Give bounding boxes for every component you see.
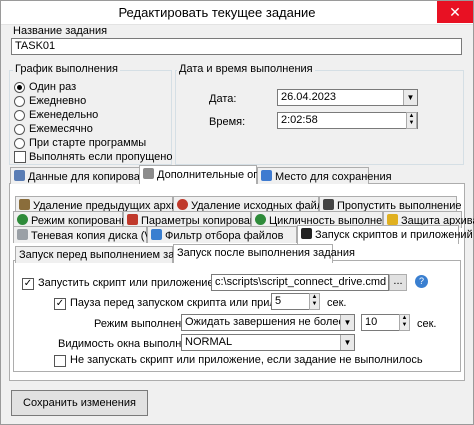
chevron-down-icon[interactable]: ▼ — [403, 90, 417, 105]
datetime-label: Дата и время выполнения — [177, 63, 315, 75]
tab-run-after-label: Запуск после выполнения задания — [177, 247, 355, 259]
date-value: 26.04.2023 — [281, 91, 337, 103]
tab-save-location-label: Место для сохранения — [275, 171, 392, 183]
date-label: Дата: — [209, 93, 237, 105]
radio-daily[interactable] — [14, 96, 25, 107]
spin-up-icon[interactable]: ▲ — [310, 294, 319, 301]
time-spinner[interactable]: ▲ ▼ — [406, 112, 417, 129]
radio-on-startup-label: При старте программы — [29, 137, 147, 149]
pause-spinner[interactable]: ▲ ▼ — [309, 293, 320, 310]
run-script-label: Запустить скрипт или приложение: — [38, 277, 217, 289]
edit-task-window: Редактировать текущее задание ✕ Название… — [0, 0, 474, 425]
title-bar: Редактировать текущее задание ✕ — [1, 1, 473, 25]
tab-run-after[interactable]: Запуск после выполнения задания — [173, 244, 355, 263]
schedule-label: График выполнения — [13, 63, 121, 75]
date-picker[interactable]: 26.04.2023 — [277, 89, 418, 106]
pause-value: 5 — [275, 295, 282, 307]
terminal-icon — [301, 228, 312, 239]
script-path-input[interactable]: c:\scripts\script_connect_drive.cmd — [211, 274, 389, 291]
time-label: Время: — [209, 116, 246, 128]
run-if-missed-label: Выполнять если пропущено — [29, 151, 173, 163]
mode-unit: сек. — [417, 318, 437, 330]
visibility-value: NORMAL — [185, 336, 233, 348]
mode-seconds-spinner[interactable]: ▲ ▼ — [399, 314, 410, 331]
run-script-checkbox[interactable]: ✓ — [22, 278, 34, 290]
tab-run-scripts-label: Запуск скриптов и приложений — [315, 229, 473, 241]
task-name-label: Название задания — [13, 25, 108, 37]
skip-if-failed-label: Не запускать скрипт или приложение, если… — [70, 354, 423, 366]
spin-down-icon[interactable]: ▼ — [310, 301, 319, 308]
folder-icon — [14, 170, 25, 181]
radio-monthly-label: Ежемесячно — [29, 123, 93, 135]
radio-on-startup[interactable] — [14, 138, 25, 149]
tab-file-filter-label: Фильтр отбора файлов — [165, 230, 284, 242]
radio-weekly[interactable] — [14, 110, 25, 121]
browse-button[interactable]: ... — [389, 274, 407, 291]
radio-once-label: Один раз — [29, 81, 77, 93]
gear-icon — [143, 168, 154, 179]
tab-copy-data[interactable]: Данные для копирования — [10, 167, 158, 184]
mode-seconds-value: 10 — [365, 316, 378, 328]
radio-monthly[interactable] — [14, 124, 25, 135]
disk-icon — [17, 229, 28, 240]
tab-save-location[interactable]: Место для сохранения — [257, 167, 392, 184]
spin-up-icon[interactable]: ▲ — [400, 315, 409, 322]
refresh-icon — [255, 214, 266, 225]
spin-down-icon[interactable]: ▼ — [407, 120, 416, 127]
save-icon — [261, 170, 272, 181]
lock-icon — [387, 214, 398, 225]
skip-if-failed-checkbox[interactable] — [54, 355, 66, 367]
chevron-down-icon[interactable]: ▼ — [340, 335, 354, 350]
close-button[interactable]: ✕ — [437, 1, 473, 23]
radio-weekly-label: Еженедельно — [29, 109, 99, 121]
archive-icon — [19, 199, 30, 210]
radio-once[interactable] — [14, 82, 25, 93]
window-title: Редактировать текущее задание — [118, 5, 316, 20]
time-value: 2:02:58 — [281, 114, 318, 126]
run-if-missed-checkbox[interactable] — [14, 151, 26, 163]
task-name-input[interactable]: TASK01 — [11, 38, 462, 55]
chevron-down-icon[interactable]: ▼ — [340, 315, 354, 330]
skip-icon — [323, 199, 334, 210]
tab-file-filter[interactable]: Фильтр отбора файлов — [147, 226, 297, 243]
parameters-icon — [127, 214, 138, 225]
spin-down-icon[interactable]: ▼ — [400, 322, 409, 329]
time-picker[interactable]: 2:02:58 — [277, 112, 418, 129]
save-changes-button[interactable]: Сохранить изменения — [11, 390, 148, 416]
copy-mode-icon — [17, 214, 28, 225]
tab-additional-options[interactable]: Дополнительные опции — [139, 165, 278, 184]
mode-select[interactable]: Ожидать завершения не более, чем — [181, 314, 355, 331]
pause-unit: сек. — [327, 297, 347, 309]
pause-checkbox[interactable]: ✓ — [54, 298, 66, 310]
spin-up-icon[interactable]: ▲ — [407, 113, 416, 120]
tab-run-before[interactable]: Запуск перед выполнением задания — [15, 246, 205, 263]
delete-icon — [177, 199, 188, 210]
visibility-select[interactable]: NORMAL — [181, 334, 355, 351]
help-icon[interactable]: ? — [415, 275, 428, 288]
tab-shadow-copy[interactable]: Теневая копия диска (VSS) — [13, 226, 170, 243]
filter-icon — [151, 229, 162, 240]
radio-daily-label: Ежедневно — [29, 95, 87, 107]
mode-value: Ожидать завершения не более, чем — [185, 316, 355, 328]
tab-run-scripts[interactable]: Запуск скриптов и приложений — [297, 225, 473, 244]
